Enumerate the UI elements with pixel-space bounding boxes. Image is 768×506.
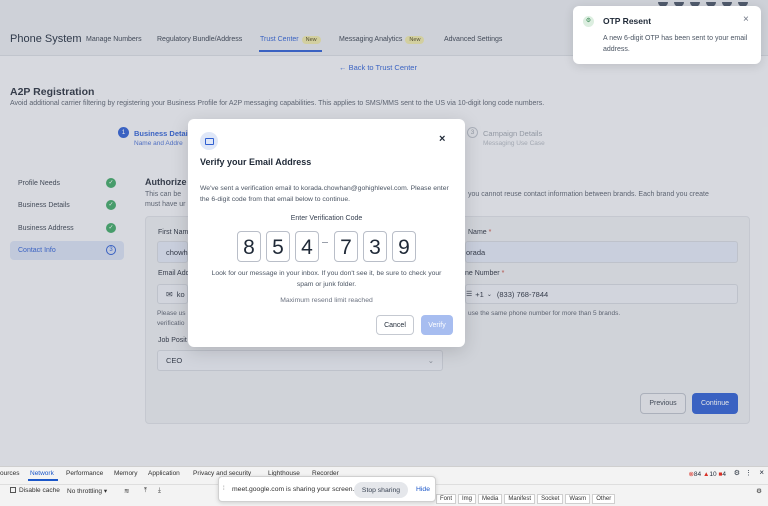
settings-icon[interactable]: ⚙ xyxy=(756,487,762,495)
screen-share-bar: ⁞ meet.google.com is sharing your screen… xyxy=(218,476,436,502)
hide-button[interactable]: Hide xyxy=(416,486,430,493)
disable-cache-label: Disable cache xyxy=(19,487,60,494)
modal-description: We've sent a verification email to korad… xyxy=(200,185,449,203)
message-count: 4 xyxy=(722,471,726,478)
drag-handle-icon[interactable]: ⁞ xyxy=(223,486,225,492)
filter-font[interactable]: Font xyxy=(436,494,457,504)
devtools-tab-memory[interactable]: Memory xyxy=(114,470,137,477)
more-icon[interactable]: ⋮ xyxy=(745,469,752,477)
code-label: Enter Verification Code xyxy=(290,215,363,222)
devtools-tab-application[interactable]: Application xyxy=(148,470,180,477)
otp-digit-4[interactable]: 7 xyxy=(334,231,358,262)
upload-icon[interactable]: ⤒ xyxy=(144,487,147,495)
toast-message: A new 6-digit OTP has been sent to your … xyxy=(603,35,748,53)
verify-button[interactable]: Verify xyxy=(421,315,453,335)
devtools-active-tab-indicator xyxy=(28,479,58,481)
throttling-value: No throttling xyxy=(67,488,103,495)
wifi-icon[interactable]: ≋ xyxy=(124,487,129,495)
close-icon[interactable]: × xyxy=(743,14,749,25)
otp-digit-1[interactable]: 8 xyxy=(237,231,261,262)
close-icon[interactable]: × xyxy=(439,133,445,145)
filter-wasm[interactable]: Wasm xyxy=(565,494,591,504)
inbox-hint: Look for our message in your inbox. If y… xyxy=(188,268,465,290)
filter-manifest[interactable]: Manifest xyxy=(504,494,536,504)
devtools-tab-sources[interactable]: ources xyxy=(0,470,20,477)
inbox-hint-text: Look for our message in your inbox. If y… xyxy=(211,270,442,288)
modal-title: Verify your Email Address xyxy=(200,157,312,167)
code-separator xyxy=(322,242,328,243)
devtools-tab-network[interactable]: Network xyxy=(30,470,54,477)
resend-status: Maximum resend limit reached xyxy=(280,297,373,304)
cancel-button[interactable]: Cancel xyxy=(376,315,414,335)
otp-digit-6[interactable]: 9 xyxy=(392,231,416,262)
filter-socket[interactable]: Socket xyxy=(537,494,564,504)
devtools-counts[interactable]: ⊗84 ▲10 ■4 xyxy=(688,470,726,478)
disable-cache-checkbox[interactable]: Disable cache xyxy=(10,487,60,494)
mail-icon xyxy=(200,132,218,150)
close-icon[interactable]: × xyxy=(759,468,764,477)
warning-count: 10 xyxy=(709,471,717,478)
throttling-select[interactable]: No throttling ▾ xyxy=(67,487,107,495)
otp-digit-5[interactable]: 3 xyxy=(363,231,387,262)
otp-toast: ⚙ OTP Resent × A new 6-digit OTP has bee… xyxy=(573,6,761,64)
gear-icon[interactable]: ⚙ xyxy=(734,469,740,477)
stop-sharing-button[interactable]: Stop sharing xyxy=(354,482,408,498)
toast-title: OTP Resent xyxy=(603,16,652,26)
error-count: 84 xyxy=(693,471,702,478)
share-message: meet.google.com is sharing your screen. xyxy=(232,486,355,493)
devtools-filter-bar: Font Img Media Manifest Socket Wasm Othe… xyxy=(436,494,616,504)
filter-img[interactable]: Img xyxy=(458,494,477,504)
filter-media[interactable]: Media xyxy=(478,494,503,504)
verify-email-modal: × Verify your Email Address We've sent a… xyxy=(188,119,465,347)
otp-digit-3[interactable]: 4 xyxy=(295,231,319,262)
download-icon[interactable]: ⤓ xyxy=(158,487,161,495)
otp-digit-2[interactable]: 5 xyxy=(266,231,290,262)
filter-other[interactable]: Other xyxy=(592,494,616,504)
devtools-tab-performance[interactable]: Performance xyxy=(66,470,103,477)
gear-icon: ⚙ xyxy=(583,16,594,27)
